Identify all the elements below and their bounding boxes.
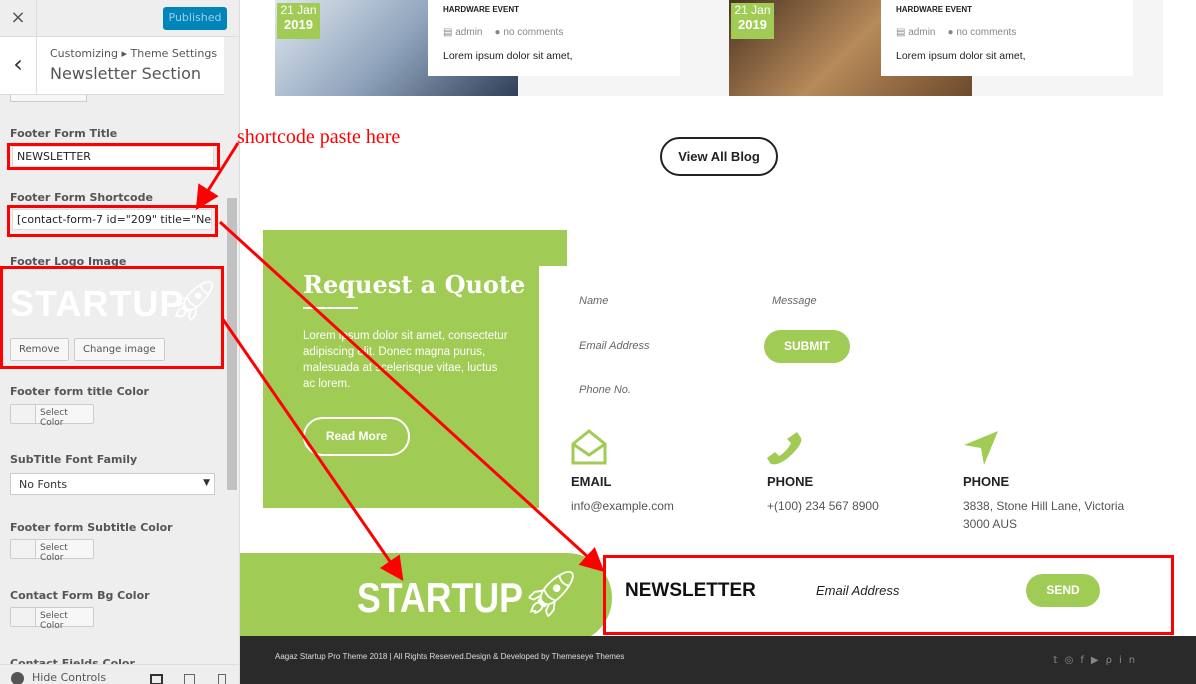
select-value: No Fonts (19, 478, 68, 491)
social-icons: 𝕥◎f▶ρin (1053, 655, 1142, 666)
bg-color-label: Contact Form Bg Color (10, 589, 150, 602)
date-year: 2019 (284, 17, 313, 32)
blog-excerpt: Lorem ipsum dolor sit amet, (443, 50, 573, 62)
blog-author[interactable]: admin (908, 27, 935, 38)
hide-controls-icon[interactable] (11, 672, 24, 684)
blog-author[interactable]: admin (455, 27, 482, 38)
comments-icon: ● (947, 27, 957, 38)
date-badge: 21 Jan 2019 (277, 3, 320, 39)
site-footer: Aagaz Startup Pro Theme 2018 | All Right… (240, 636, 1196, 684)
name-field[interactable]: Name (579, 295, 608, 307)
annotation-box-newsletter (603, 555, 1174, 635)
subtitle-color-picker[interactable]: Select Color (10, 539, 94, 563)
blog-comments[interactable]: no comments (956, 27, 1016, 38)
blog-category: HARDWARE EVENT (443, 5, 520, 14)
phone-field[interactable]: Phone No. (579, 384, 631, 396)
linkedin-icon[interactable]: in (1119, 655, 1142, 666)
annotation-text: shortcode paste here (237, 126, 401, 148)
close-button[interactable]: × (0, 0, 37, 37)
mobile-preview-icon[interactable] (218, 674, 226, 684)
title-color-picker[interactable]: Select Color (10, 404, 94, 428)
hide-controls-button[interactable]: Hide Controls (32, 671, 106, 684)
quote-body: Lorem ipsum dolor sit amet, consectetur … (303, 330, 508, 390)
shortcode-label: Footer Form Shortcode (10, 191, 153, 204)
title-color-label: Footer form title Color (10, 385, 149, 398)
twitter-icon[interactable]: 𝕥 (1053, 655, 1065, 666)
partial-button[interactable] (10, 95, 87, 102)
published-button[interactable]: Published (163, 7, 227, 30)
instagram-icon[interactable]: ◎ (1065, 655, 1081, 666)
pinterest-icon[interactable]: ρ (1106, 655, 1119, 666)
back-button[interactable]: ‹ (0, 37, 37, 95)
contact-value: +(100) 234 567 8900 (767, 499, 879, 513)
title-underline (303, 307, 358, 309)
date-year: 2019 (738, 17, 767, 32)
tablet-preview-icon[interactable] (184, 674, 195, 684)
bg-color-picker[interactable]: Select Color (10, 607, 94, 631)
copyright: Aagaz Startup Pro Theme 2018 | All Right… (275, 652, 625, 661)
blog-card[interactable]: HARDWARE EVENT ▤ admin ● no comments Lore… (428, 0, 680, 76)
blog-comments[interactable]: no comments (503, 27, 563, 38)
facebook-icon[interactable]: f (1080, 655, 1091, 666)
annotation-box-shortcode (7, 205, 218, 237)
comments-icon: ● (494, 27, 504, 38)
submit-button[interactable]: SUBMIT (764, 330, 850, 363)
quote-title: Request a Quote (303, 270, 526, 299)
envelope-open-icon (571, 428, 607, 465)
contact-title: PHONE (767, 474, 814, 489)
calendar-icon: ▤ (896, 27, 909, 38)
footer-controls: Hide Controls (0, 664, 239, 684)
section-header: ‹ Customizing ▸ Theme Settings Newslette… (0, 37, 224, 95)
select-color-label: Select Color (40, 543, 68, 563)
customizer-header: × Published (0, 0, 239, 37)
date-day: 21 Jan (734, 3, 771, 17)
form-title-label: Footer Form Title (10, 127, 118, 140)
select-color-label: Select Color (40, 611, 68, 631)
contact-value: 3838, Stone Hill Lane, Victoria 3000 AUS (963, 499, 1125, 531)
blog-excerpt: Lorem ipsum dolor sit amet, (896, 50, 1026, 62)
breadcrumb: Customizing ▸ Theme Settings (50, 47, 218, 60)
select-color-label: Select Color (40, 408, 68, 428)
date-day: 21 Jan (280, 3, 317, 17)
rocket-icon: 🚀︎ (522, 566, 581, 620)
quote-box-top (263, 230, 567, 266)
location-arrow-icon (963, 430, 999, 466)
blog-category: HARDWARE EVENT (896, 5, 973, 14)
contact-value: info@example.com (571, 499, 674, 513)
startup-logo: STARTUP (357, 574, 523, 621)
annotation-box-logo (0, 266, 224, 369)
phone-icon (767, 430, 803, 466)
section-title: Newsletter Section (50, 64, 202, 83)
contact-title: EMAIL (571, 474, 612, 489)
view-all-blog-button[interactable]: View All Blog (660, 137, 778, 176)
email-field[interactable]: Email Address (579, 340, 650, 352)
desktop-preview-icon[interactable] (150, 674, 163, 684)
date-badge: 21 Jan 2019 (731, 3, 774, 39)
scrollbar-thumb[interactable] (227, 198, 237, 490)
youtube-icon[interactable]: ▶ (1091, 655, 1106, 666)
calendar-icon: ▤ (443, 27, 456, 38)
annotation-box-title (7, 143, 220, 170)
read-more-button[interactable]: Read More (303, 417, 410, 456)
chevron-down-icon: ▼ (203, 478, 210, 488)
contact-title: PHONE (963, 474, 1010, 489)
subtitle-font-select[interactable]: No Fonts ▼ (10, 473, 215, 495)
subtitle-font-label: SubTitle Font Family (10, 453, 138, 466)
blog-card[interactable]: HARDWARE EVENT ▤ admin ● no comments Lore… (881, 0, 1133, 76)
subtitle-color-label: Footer form Subtitle Color (10, 521, 173, 534)
message-field[interactable]: Message (772, 295, 817, 307)
